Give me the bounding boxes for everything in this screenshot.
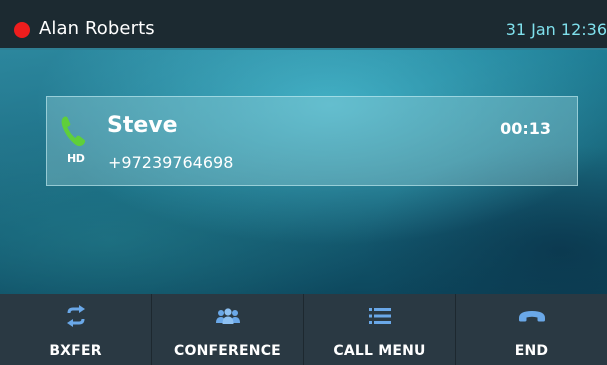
phone-screen: Alan Roberts 31 Jan 12:36 HD Steve +9723… <box>0 0 607 365</box>
status-bar: Alan Roberts 31 Jan 12:36 <box>0 0 607 50</box>
bxfer-button[interactable]: BXFER <box>0 294 152 365</box>
user-name: Alan Roberts <box>39 18 155 39</box>
people-group-icon <box>152 304 303 328</box>
call-menu-label: CALL MENU <box>333 343 426 359</box>
conference-label: CONFERENCE <box>174 343 281 359</box>
hangup-handset-icon <box>456 304 607 328</box>
caller-number: +97239764698 <box>108 153 234 172</box>
end-label: END <box>514 343 549 359</box>
presence-indicator <box>14 22 30 38</box>
caller-name: Steve <box>107 113 178 138</box>
call-menu-button[interactable]: CALL MENU <box>304 294 456 365</box>
transfer-arrows-icon <box>0 304 151 328</box>
conference-button[interactable]: CONFERENCE <box>152 294 304 365</box>
list-menu-icon <box>304 304 455 328</box>
bxfer-label: BXFER <box>49 343 102 359</box>
hd-audio-badge: HD <box>67 152 85 165</box>
softkey-bar: BXFER CONFERENCE CALL MENU END <box>0 294 607 365</box>
active-call-card[interactable]: HD Steve +97239764698 00:13 <box>46 96 578 186</box>
phone-handset-icon <box>61 115 87 147</box>
date-time: 31 Jan 12:36 <box>505 20 607 39</box>
end-call-button[interactable]: END <box>456 294 607 365</box>
call-duration: 00:13 <box>500 119 551 138</box>
